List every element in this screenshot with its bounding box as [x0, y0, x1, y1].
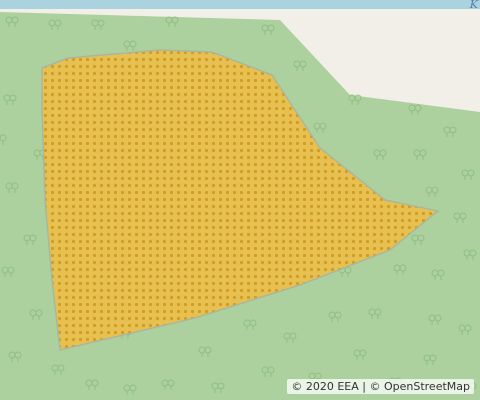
water-strip: [0, 0, 480, 9]
map-canvas[interactable]: [0, 0, 480, 400]
attribution-separator: |: [362, 380, 366, 393]
eea-copyright: © 2020 EEA: [291, 380, 359, 393]
openstreetmap-link[interactable]: OpenStreetMap: [384, 380, 470, 393]
map-attribution: © 2020 EEA | © OpenStreetMap: [287, 379, 474, 394]
osm-copyright-symbol: ©: [369, 380, 381, 393]
map-edge-label: K: [469, 0, 478, 11]
